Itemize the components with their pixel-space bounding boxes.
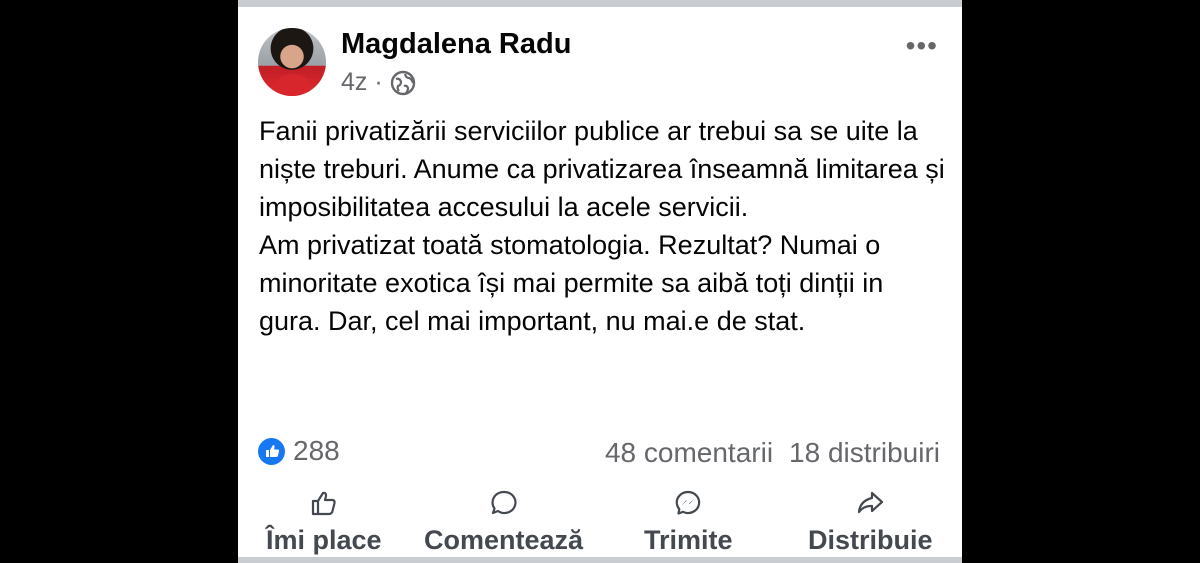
post-paragraph: Fanii privatizării serviciilor publice a… xyxy=(259,116,945,222)
shares-count[interactable]: 18 distribuiri xyxy=(789,437,940,469)
comments-count[interactable]: 48 comentarii xyxy=(605,437,773,469)
top-divider xyxy=(238,0,962,7)
share-arrow-icon xyxy=(855,488,885,523)
like-label: Îmi place xyxy=(266,525,382,555)
engagement-stats: 48 comentarii 18 distribuiri xyxy=(605,437,940,469)
comment-button[interactable]: Comentează xyxy=(424,488,583,556)
post-meta: 4z · xyxy=(341,68,416,97)
action-bar: Îmi place Comentează Trimite Distribuie xyxy=(238,488,962,556)
meta-separator: · xyxy=(374,68,383,96)
send-button[interactable]: Trimite xyxy=(644,488,733,556)
comment-icon xyxy=(489,488,519,523)
reactions-summary[interactable]: 288 xyxy=(258,435,340,467)
post-text: Fanii privatizării serviciilor publice a… xyxy=(259,112,949,340)
post-time[interactable]: 4z xyxy=(341,68,367,97)
share-button[interactable]: Distribuie xyxy=(808,488,933,556)
likes-count: 288 xyxy=(293,435,340,466)
like-reaction-icon xyxy=(258,437,285,465)
more-options-button[interactable]: ••• xyxy=(906,30,938,62)
avatar[interactable] xyxy=(258,28,326,96)
share-label: Distribuie xyxy=(808,525,933,555)
comment-label: Comentează xyxy=(424,525,584,555)
post-card: Magdalena Radu 4z · ••• Fanii privatizăr… xyxy=(238,0,962,563)
post-paragraph: Am privatizat toată stomatologia. Rezult… xyxy=(259,230,884,336)
globe-icon[interactable] xyxy=(390,70,416,96)
author-name[interactable]: Magdalena Radu xyxy=(341,28,571,61)
messenger-icon xyxy=(673,488,703,523)
like-button[interactable]: Îmi place xyxy=(266,488,382,556)
thumbs-up-icon xyxy=(309,488,339,523)
send-label: Trimite xyxy=(644,525,733,555)
bottom-divider xyxy=(238,557,962,563)
